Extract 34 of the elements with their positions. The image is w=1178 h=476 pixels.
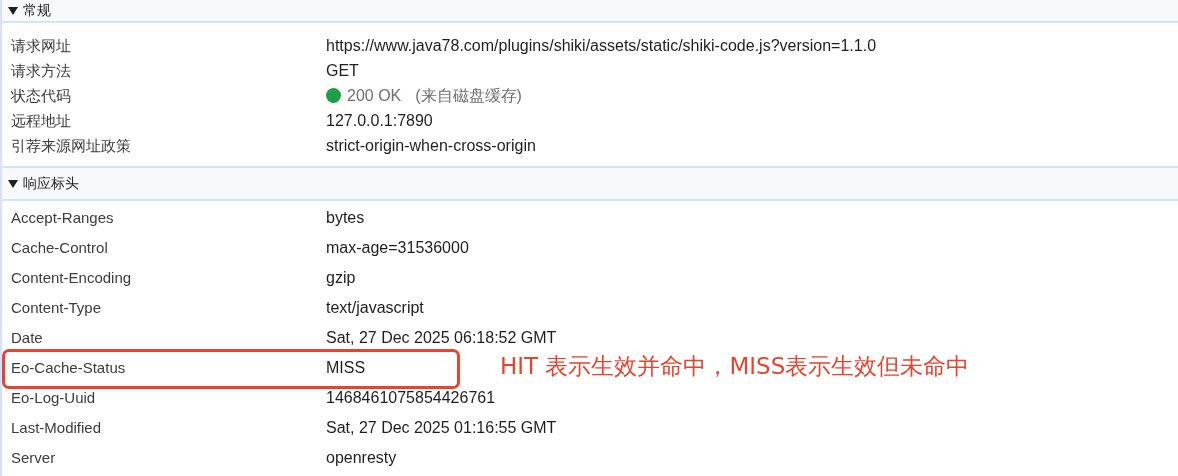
header-value: strict-origin-when-cross-origin bbox=[326, 136, 536, 155]
section-header[interactable]: 常规 bbox=[2, 0, 1178, 23]
header-value: 127.0.0.1:7890 bbox=[326, 111, 433, 130]
header-value: gzip bbox=[326, 269, 356, 287]
section-header[interactable]: 响应标头 bbox=[2, 166, 1178, 201]
header-name: Eo-Log-Uuid bbox=[11, 389, 96, 407]
section-title: 常规 bbox=[23, 1, 51, 20]
header-value: MISS bbox=[326, 359, 366, 377]
status-code: 200 OK bbox=[347, 86, 402, 105]
header-value: bytes bbox=[326, 209, 365, 227]
header-name: Server bbox=[11, 449, 56, 467]
header-value: GET bbox=[326, 61, 359, 80]
header-name: 远程地址 bbox=[11, 111, 71, 130]
header-name: Content-Type bbox=[11, 299, 102, 317]
header-value: Sat, 27 Dec 2025 01:16:55 GMT bbox=[326, 419, 557, 437]
header-name: 请求网址 bbox=[11, 36, 71, 55]
header-name: 引荐来源网址政策 bbox=[11, 136, 131, 155]
header-name: Content-Encoding bbox=[11, 269, 132, 287]
header-value: 1468461075854426761 bbox=[326, 389, 496, 407]
header-value: openresty bbox=[326, 449, 397, 467]
header-name: Accept-Ranges bbox=[11, 209, 114, 227]
annotation-text: HIT 表示生效并命中，MISS表示生效但未命中 bbox=[500, 355, 970, 378]
header-name: Eo-Cache-Status bbox=[11, 359, 126, 377]
header-value: max-age=31536000 bbox=[326, 239, 469, 257]
header-value: https://www.java78.com/plugins/shiki/assets/static/shiki-code.js?version=1.1.0 bbox=[326, 36, 877, 55]
header-value: Sat, 27 Dec 2025 06:18:52 GMT bbox=[326, 329, 557, 347]
header-name: 状态代码 bbox=[11, 86, 71, 105]
header-name: Date bbox=[11, 329, 43, 347]
header-name: 请求方法 bbox=[11, 61, 71, 80]
header-name: Last-Modified bbox=[11, 419, 102, 437]
cache-note: (来自磁盘缓存) bbox=[415, 86, 522, 105]
section-title: 响应标头 bbox=[23, 174, 79, 193]
header-name: Cache-Control bbox=[11, 239, 108, 257]
header-value: text/javascript bbox=[326, 299, 424, 317]
